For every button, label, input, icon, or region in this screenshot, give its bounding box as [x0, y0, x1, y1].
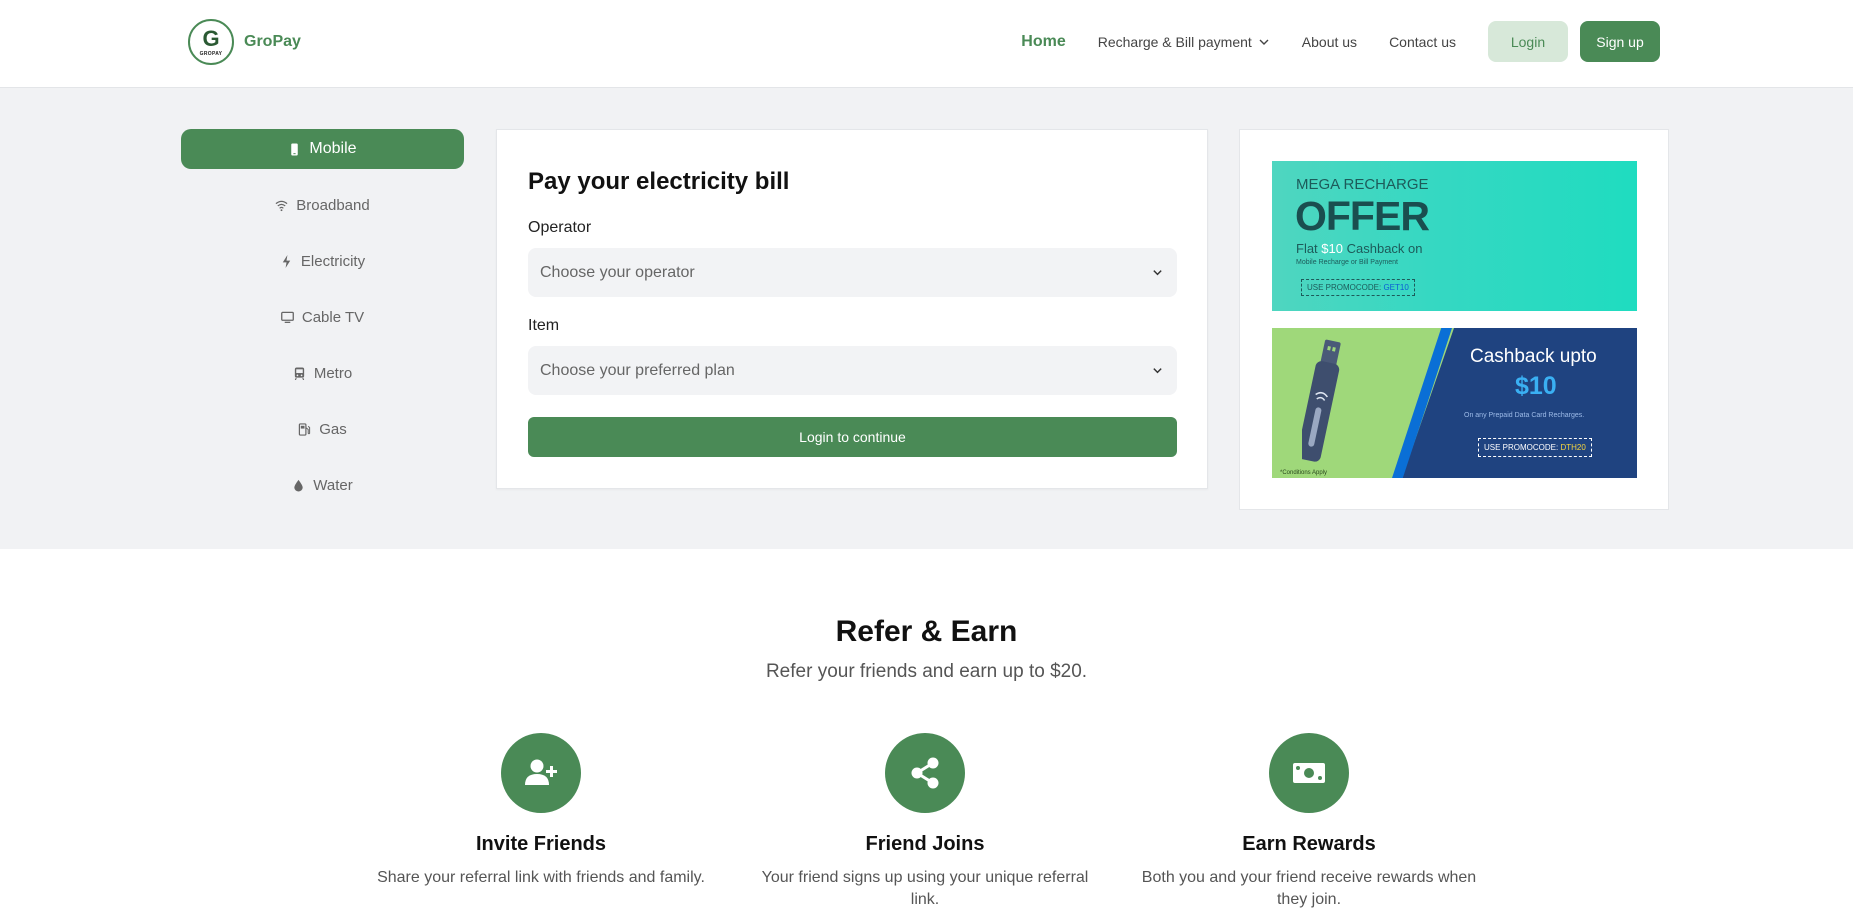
wifi-icon	[275, 200, 288, 211]
login-button[interactable]: Login	[1488, 21, 1568, 62]
gas-pump-icon	[299, 422, 311, 436]
step-title: Earn Rewards	[1242, 833, 1376, 855]
sidebar-item-label: Water	[313, 476, 353, 494]
step-earn-rewards: Earn Rewards Both you and your friend re…	[1134, 733, 1484, 911]
sidebar-item-label: Broadband	[296, 196, 370, 214]
sidebar-item-label: Electricity	[300, 252, 366, 270]
banner-heading: Cashback upto	[1470, 346, 1597, 367]
form-title: Pay your electricity bill	[528, 168, 790, 195]
conditions-text: *Conditions Apply	[1280, 470, 1328, 476]
refer-title: Refer & Earn	[835, 615, 1018, 648]
operator-select[interactable]: Choose your operator	[528, 248, 1177, 297]
share-icon	[911, 757, 939, 789]
chevron-down-icon	[1153, 368, 1162, 374]
sidebar-item-label: Metro	[313, 364, 353, 382]
promo-panel: MEGA RECHARGE OFFER Flat $10 Cashback on…	[1239, 129, 1669, 510]
brand-name[interactable]: GroPay	[244, 33, 301, 51]
banner-subtext: Mobile Recharge or Bill Payment	[1296, 259, 1398, 266]
top-navbar: G GROPAY GroPay Home Recharge & Bill pay…	[0, 0, 1853, 88]
bolt-icon	[282, 254, 291, 268]
promo-code: USE PROMOCODE: GET10	[1301, 279, 1415, 296]
chevron-down-icon	[1153, 270, 1162, 276]
nav-home[interactable]: Home	[1021, 33, 1065, 51]
item-label: Item	[528, 317, 560, 334]
step-icon-circle	[1269, 733, 1349, 813]
sidebar-item-mobile[interactable]: Mobile	[181, 129, 464, 169]
refer-subtitle: Refer your friends and earn up to $20.	[765, 661, 1088, 682]
train-icon	[294, 366, 305, 380]
sidebar-item-label: Mobile	[309, 140, 357, 157]
step-title: Friend Joins	[865, 833, 985, 855]
user-plus-icon	[525, 759, 557, 785]
mobile-icon	[291, 142, 299, 156]
sidebar-item-label: Cable TV	[301, 308, 365, 326]
banner-offer: OFFER	[1295, 193, 1430, 239]
sidebar-item-gas[interactable]: Gas	[181, 409, 464, 449]
sidebar-item-water[interactable]: Water	[181, 465, 464, 505]
nav-about[interactable]: About us	[1302, 34, 1357, 50]
logo-text: GROPAY	[199, 51, 223, 57]
category-sidebar: Mobile Broadband Electricity Cable TV Me…	[181, 129, 464, 521]
nav-menu: Home Recharge & Bill payment About us Co…	[1021, 21, 1660, 62]
sidebar-item-electricity[interactable]: Electricity	[181, 241, 464, 281]
signup-button[interactable]: Sign up	[1580, 21, 1660, 62]
banner-amount: $10	[1515, 372, 1557, 400]
step-description: Both you and your friend receive rewards…	[1141, 869, 1477, 908]
item-placeholder: Choose your preferred plan	[540, 361, 735, 379]
step-description: Share your referral link with friends an…	[377, 869, 705, 886]
banner-subtext: On any Prepaid Data Card Recharges.	[1464, 412, 1585, 419]
nav-recharge-dropdown[interactable]: Recharge & Bill payment	[1098, 34, 1270, 50]
promo-code-value: GET10	[1383, 283, 1409, 292]
sidebar-item-metro[interactable]: Metro	[181, 353, 464, 393]
brand[interactable]: G GROPAY GroPay	[188, 19, 301, 65]
operator-label: Operator	[528, 219, 592, 236]
promo-code: USE PROMOCODE: DTH20	[1478, 438, 1592, 457]
banner-heading: MEGA RECHARGE	[1296, 176, 1429, 193]
flat-suffix: Cashback on	[1343, 241, 1423, 256]
step-invite-friends: Invite Friends Share your referral link …	[366, 733, 716, 889]
banner-flat-text: Flat $10 Cashback on	[1296, 241, 1423, 256]
sidebar-item-label: Gas	[319, 420, 347, 438]
logo: G GROPAY	[188, 19, 234, 65]
mega-recharge-banner[interactable]: MEGA RECHARGE OFFER Flat $10 Cashback on…	[1272, 161, 1637, 311]
flat-amount: $10	[1321, 241, 1343, 256]
bill-payment-form: Pay your electricity bill Operator Choos…	[496, 129, 1208, 489]
login-to-continue-button[interactable]: Login to continue	[528, 417, 1177, 457]
tv-icon	[280, 311, 294, 323]
item-select[interactable]: Choose your preferred plan	[528, 346, 1177, 395]
money-bill-icon	[1293, 763, 1325, 783]
step-title: Invite Friends	[475, 833, 607, 855]
promo-code-value: DTH20	[1560, 443, 1586, 452]
chevron-down-icon	[1259, 39, 1269, 45]
sidebar-item-broadband[interactable]: Broadband	[181, 185, 464, 225]
nav-recharge-label: Recharge & Bill payment	[1097, 33, 1252, 50]
promo-code-prefix: USE PROMOCODE:	[1307, 283, 1384, 292]
nav-contact[interactable]: Contact us	[1389, 34, 1456, 50]
usb-dongle-icon	[1302, 339, 1341, 462]
step-icon-circle	[501, 733, 581, 813]
payment-section: Mobile Broadband Electricity Cable TV Me…	[0, 88, 1853, 549]
flat-prefix: Flat	[1296, 241, 1322, 256]
logo-letter: G	[202, 26, 220, 51]
data-card-cashback-banner[interactable]: Cashback upto $10 On any Prepaid Data Ca…	[1272, 328, 1637, 478]
droplet-icon	[294, 479, 303, 492]
sidebar-item-cable-tv[interactable]: Cable TV	[181, 297, 464, 337]
step-icon-circle	[885, 733, 965, 813]
operator-placeholder: Choose your operator	[540, 263, 695, 281]
promo-code-prefix: USE PROMOCODE:	[1484, 443, 1561, 452]
step-friend-joins: Friend Joins Your friend signs up using …	[750, 733, 1100, 911]
step-description: Your friend signs up using your unique r…	[761, 869, 1089, 908]
